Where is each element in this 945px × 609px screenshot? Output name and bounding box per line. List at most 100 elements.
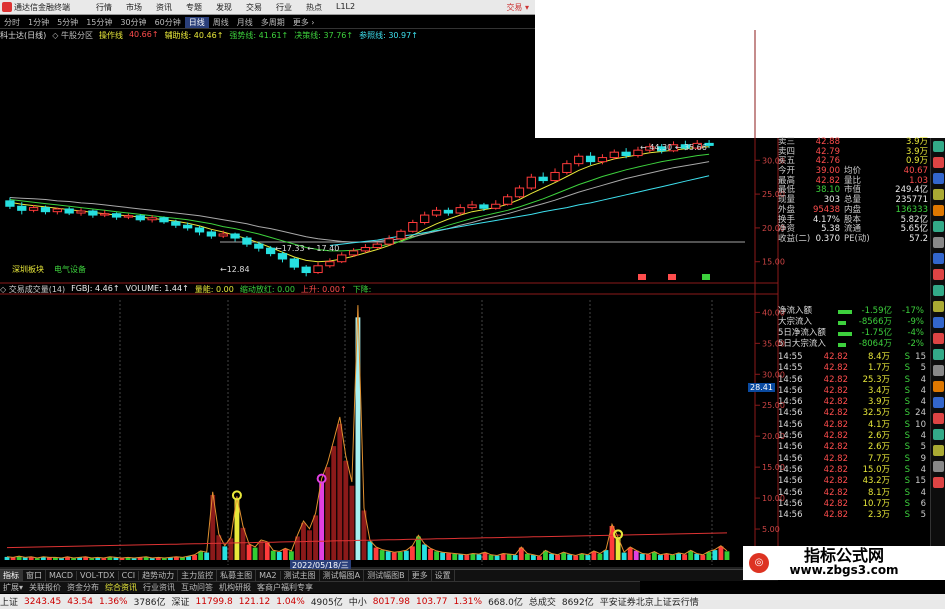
side-tool-icon[interactable] — [933, 237, 944, 248]
flow-label: 大宗流入 — [778, 317, 813, 327]
tick-side: S — [904, 352, 910, 362]
tick-side: S — [904, 408, 910, 419]
indicator-tab[interactable]: 测试主图 — [281, 570, 320, 581]
indicator-tab[interactable]: MACD — [46, 571, 77, 580]
volume-bar — [512, 555, 518, 560]
info-tab[interactable]: 客商户福利专享 — [254, 582, 316, 593]
volume-bar — [192, 555, 197, 560]
candle-body — [420, 214, 430, 223]
tick-price: 42.82 — [823, 476, 848, 487]
tick-side: S — [904, 464, 910, 475]
volume-bar — [228, 538, 234, 560]
indicator-tab[interactable]: MA2 — [256, 571, 281, 580]
side-tool-icon[interactable] — [933, 349, 944, 360]
volume-bar — [216, 535, 222, 560]
info-tab[interactable]: 综合资讯 — [102, 582, 140, 593]
side-tool-icon[interactable] — [933, 189, 944, 200]
info-tab[interactable]: 扩展▾ — [0, 582, 26, 593]
tick-volume: 15.0万 — [862, 464, 890, 475]
flow-label: 5日大宗流入 — [778, 339, 826, 349]
status-item: 1.36% — [99, 596, 128, 607]
tick-count: 6 — [920, 498, 926, 509]
side-tool-icon[interactable] — [933, 205, 944, 216]
indicator-tab[interactable]: CCI — [119, 571, 140, 580]
tick-count: 5 — [920, 442, 926, 453]
signal-marker — [668, 274, 676, 280]
side-tool-icon[interactable] — [933, 253, 944, 264]
tick-row: 14:56 42.82 10.7万 S 6 — [778, 499, 930, 510]
tick-trades-list[interactable]: 14:55 42.82 8.4万 S 15 14:55 42.82 1.7万 S 5 14:56 42… — [778, 352, 930, 521]
indicator-tab[interactable]: 设置 — [432, 570, 455, 581]
volume-bar — [409, 546, 415, 560]
volume-bar — [500, 553, 506, 560]
side-tool-icon[interactable] — [933, 381, 944, 392]
volume-bar — [313, 515, 318, 560]
tick-row: 14:56 42.82 32.5万 S 24 — [778, 408, 930, 419]
indicator-tab[interactable]: 趋势动力 — [139, 570, 179, 581]
side-tool-icon[interactable] — [933, 317, 944, 328]
status-item: 8017.98 — [372, 596, 410, 607]
indicator-legend-item: 缩动放红: 0.00 — [239, 285, 295, 294]
volume-bar — [627, 547, 633, 560]
indicator-tab[interactable]: 测试幅图A — [320, 570, 365, 581]
info-tab[interactable]: 互动问答 — [178, 582, 216, 593]
side-tool-icon[interactable] — [933, 333, 944, 344]
side-tool-icon[interactable] — [933, 301, 944, 312]
tick-volume: 25.3万 — [862, 374, 890, 385]
candle-body — [372, 243, 382, 249]
indicator-tab[interactable]: 更多 — [409, 570, 432, 581]
tick-time: 14:56 — [778, 498, 803, 509]
info-tab[interactable]: 资金分布 — [64, 582, 102, 593]
side-tool-icon[interactable] — [933, 221, 944, 232]
info-tab[interactable]: 关联报价 — [26, 582, 64, 593]
side-tool-icon[interactable] — [933, 157, 944, 168]
candle-body — [408, 221, 418, 232]
indicator-tab[interactable]: 私募主图 — [217, 570, 257, 581]
side-tool-icon[interactable] — [933, 141, 944, 152]
indicator-tab[interactable]: 窗口 — [23, 570, 46, 581]
side-tool-icon[interactable] — [933, 269, 944, 280]
candle-body — [88, 210, 98, 216]
watermark-logo-icon: ◎ — [749, 553, 769, 573]
indicator-tab[interactable]: 主力监控 — [178, 570, 218, 581]
volume-bar — [494, 555, 500, 560]
quote-label — [840, 148, 870, 158]
quote-label: PE(动) — [844, 233, 870, 244]
side-tool-icon[interactable] — [933, 285, 944, 296]
side-tool-icon[interactable] — [933, 397, 944, 408]
side-tool-icon[interactable] — [933, 413, 944, 424]
flow-label: 5日净流入额 — [778, 328, 826, 338]
indicator-tab[interactable]: 测试幅图B — [364, 570, 409, 581]
tick-count: 9 — [920, 453, 926, 464]
candle-body — [467, 204, 477, 209]
candle-body — [514, 187, 525, 198]
candle-body — [111, 213, 122, 218]
volume-bar — [658, 555, 663, 560]
side-tool-icon[interactable] — [933, 173, 944, 184]
tick-price: 42.82 — [823, 419, 848, 430]
info-tab[interactable]: 机构研报 — [216, 582, 254, 593]
side-tool-icon[interactable] — [933, 429, 944, 440]
volume-bar — [464, 555, 470, 560]
candle-body — [40, 207, 51, 213]
tick-time: 14:56 — [778, 442, 803, 453]
candle-body — [455, 207, 465, 214]
side-tool-icon[interactable] — [933, 477, 944, 488]
side-tool-icon[interactable] — [933, 365, 944, 376]
sector-label: 电气设备 — [54, 264, 86, 274]
flow-value: -1.59亿 — [861, 306, 893, 316]
tick-volume: 4.1万 — [867, 419, 890, 430]
volume-bar — [706, 551, 712, 560]
volume-bar — [488, 555, 494, 560]
tick-count: 4 — [920, 385, 926, 396]
indicator-tab[interactable]: VOL-TDX — [77, 571, 119, 580]
indicator-tab[interactable]: 指标 — [0, 570, 23, 581]
info-tab[interactable]: 行业资讯 — [140, 582, 178, 593]
flow-bar-fill — [838, 309, 852, 314]
tick-price: 42.82 — [823, 385, 848, 396]
candle-body — [52, 208, 62, 213]
candle-body — [550, 171, 560, 182]
side-tool-icon[interactable] — [933, 461, 944, 472]
side-tool-icon[interactable] — [933, 445, 944, 456]
candle-body — [621, 151, 631, 157]
